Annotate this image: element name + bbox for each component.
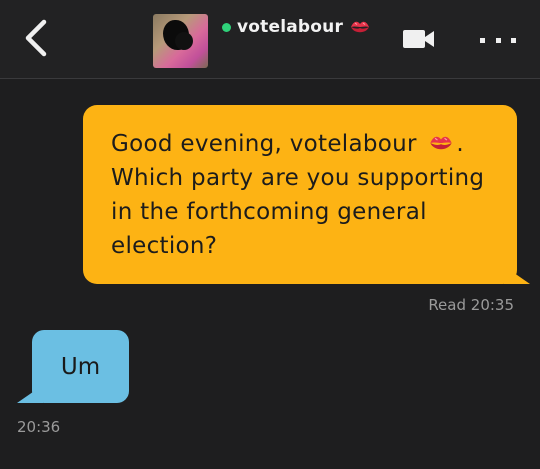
contact-name: votelabour — [237, 17, 344, 37]
kiss-mark-icon — [430, 136, 453, 149]
incoming-message-bubble[interactable]: Um — [17, 330, 129, 403]
more-options-button[interactable] — [480, 30, 516, 50]
chevron-left-icon — [25, 19, 47, 57]
message-line: Good evening, votelabour . — [111, 127, 491, 161]
message-line: election? — [111, 233, 218, 259]
message-text: . — [456, 131, 465, 157]
message-line: Which party are you supporting — [111, 165, 485, 191]
more-dot-icon — [495, 37, 501, 43]
read-receipt: Read 20:35 — [428, 296, 514, 314]
video-call-button[interactable] — [402, 28, 436, 50]
outgoing-message-bubble[interactable]: Good evening, votelabour . Which party a… — [83, 105, 530, 284]
more-dot-icon — [480, 37, 485, 43]
avatar-redaction-shadow — [175, 32, 193, 50]
chat-header: votelabour — [0, 0, 540, 79]
kiss-mark-icon — [351, 21, 370, 33]
back-button[interactable] — [16, 18, 56, 58]
contact-title[interactable]: votelabour — [222, 16, 371, 38]
message-text: Um — [60, 353, 101, 380]
more-dot-icon — [511, 37, 516, 43]
message-line: in the forthcoming general — [111, 199, 427, 225]
video-camera-icon — [403, 30, 434, 48]
avatar[interactable] — [153, 14, 208, 68]
message-timestamp: 20:36 — [17, 418, 61, 436]
online-status-dot — [222, 22, 231, 32]
message-text: Good evening, votelabour — [111, 131, 417, 157]
